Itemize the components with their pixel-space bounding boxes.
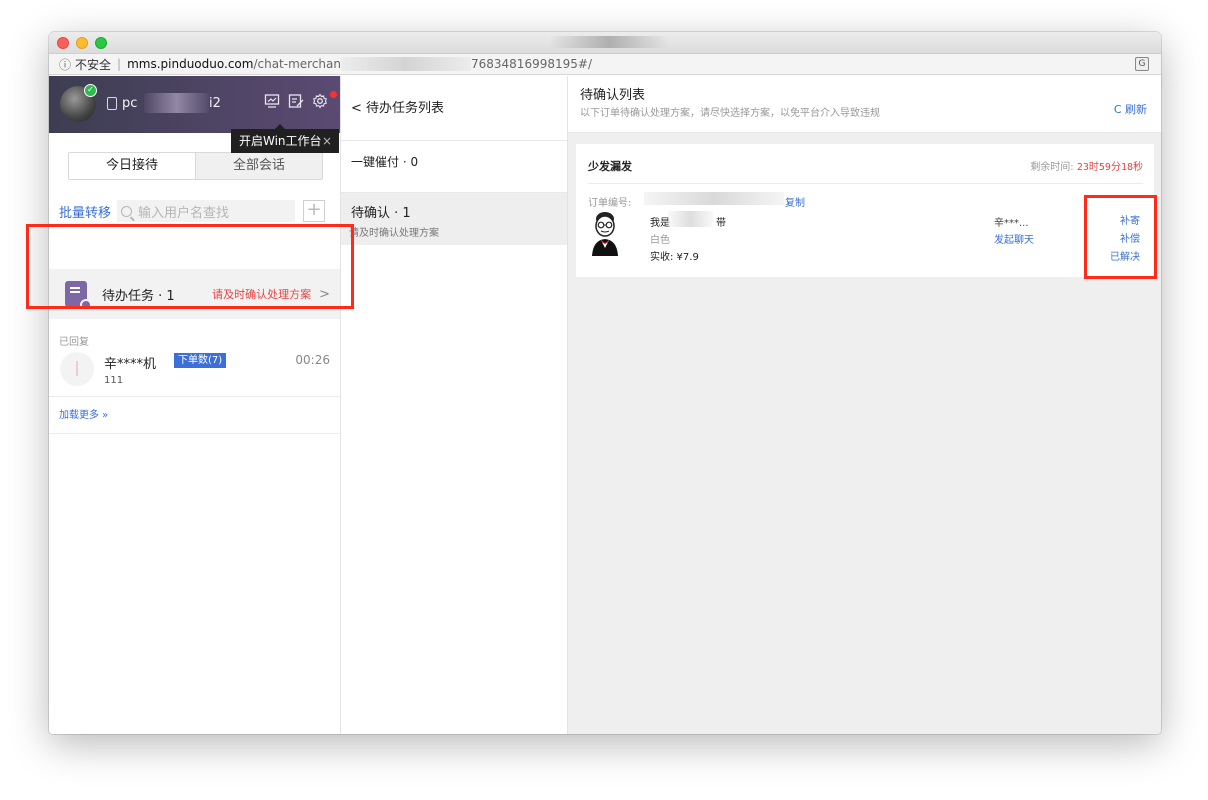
tooltip-close-icon[interactable]: × [322,129,332,153]
refresh-button[interactable]: C 刷新 [1114,101,1147,117]
remaining-time-label: 剩余时间: [1030,162,1077,173]
copy-order-link[interactable]: 复制 [785,194,805,209]
address-separator: | [117,57,122,71]
search-placeholder: 输入用户名查找 [138,205,230,221]
conversation-tabs: 今日接待 全部会话 [68,152,323,180]
address-bar[interactable]: ⓘ 不安全 | mms.pinduoduo.com /chat-merchan … [49,54,1161,75]
product-price: 实收: ¥7.9 [650,252,699,263]
order-count-badge[interactable]: 下单数(7) [174,353,227,368]
phone-icon [107,97,117,110]
product-spec: 白色 [650,235,670,246]
app-body: ✓ pc i2 开启Win工作台 × 今日接待 全部会话 批量转移 输入用户名查… [49,76,1161,734]
win-workbench-tooltip[interactable]: 开启Win工作台 × [231,124,339,153]
product-name-end: 带 [716,218,726,229]
task-item-urge-payment[interactable]: 一键催付 · 0 [341,141,567,193]
pending-confirm-panel: 待确认列表 以下订单待确认处理方案，请尽快选择方案，以免平台介入导致违规 C 刷… [568,76,1161,734]
task-item-subtitle: 请及时确认处理方案 [349,228,439,239]
add-button[interactable]: + [303,200,326,222]
task-item-title: 一键催付 · 0 [351,155,419,169]
highlight-box-actions [1084,195,1157,279]
redacted-url [341,57,471,71]
redacted-order-number [644,192,784,205]
redacted-product-name [668,211,713,227]
edit-note-icon[interactable] [287,93,305,111]
chat-last-message: 111 [104,375,124,386]
remaining-time: 剩余时间: 23时59分18秒 [1030,158,1143,173]
page-subtitle: 以下订单待确认处理方案，请尽快选择方案，以免平台介入导致违规 [580,108,880,119]
profile-name-start: pc [122,96,138,111]
chat-name: 辛****机 [104,357,157,372]
url-host: mms.pinduoduo.com [127,57,254,71]
product-name-start: 我是 [650,218,670,229]
product-image [592,212,618,256]
security-label: 不安全 [75,57,112,72]
buyer-name: 辛***... [994,218,1029,229]
order-number-label: 订单编号: [588,198,632,209]
translate-icon[interactable]: G [1135,57,1149,71]
settings-gear-icon[interactable] [311,93,329,111]
window-titlebar [49,32,1161,54]
chat-time: 00:26 [295,353,330,367]
start-chat-link[interactable]: 发起聊天 [994,231,1034,246]
info-icon[interactable]: ⓘ [59,56,71,73]
maximize-window-button[interactable] [95,37,107,49]
tab-all-conversations[interactable]: 全部会话 [196,153,322,179]
online-check-icon: ✓ [84,84,97,97]
task-list-panel: < 待办任务列表 一键催付 · 0 待确认 · 1 请及时确认处理方案 [341,76,568,734]
divider [588,183,1143,184]
divider [49,433,340,434]
list-item[interactable]: 辛****机 下单数(7) 00:26 111 [49,347,340,397]
browser-window: ⓘ 不安全 | mms.pinduoduo.com /chat-merchan … [49,32,1161,734]
profile-name-end: i2 [209,96,221,111]
conversation-toolbar: 批量转移 输入用户名查找 + [59,198,330,224]
redacted-title [549,36,669,48]
back-to-task-list[interactable]: < 待办任务列表 [341,76,567,141]
highlight-box-todo [26,224,354,309]
tab-today[interactable]: 今日接待 [69,153,196,179]
url-path-start: /chat-merchan [253,57,341,71]
close-window-button[interactable] [57,37,69,49]
redacted-name [144,93,209,113]
tooltip-label: 开启Win工作台 [239,134,322,148]
minimize-window-button[interactable] [76,37,88,49]
url-path-end: 76834816998195#/ [471,57,592,71]
order-card: 少发漏发 剩余时间: 23时59分18秒 订单编号: 复制 我是 带 白色 实收… [576,144,1154,277]
page-title: 待确认列表 [580,88,646,103]
batch-transfer-link[interactable]: 批量转移 [59,202,111,221]
profile-header: ✓ pc i2 [49,76,340,133]
notification-dot [330,91,337,98]
replied-section-label: 已回复 [59,337,89,348]
load-more-link[interactable]: 加载更多 » [59,406,108,421]
remaining-time-value: 23时59分18秒 [1076,162,1143,173]
pending-header: 待确认列表 以下订单待确认处理方案，请尽快选择方案，以免平台介入导致违规 C 刷… [568,76,1161,133]
search-icon [121,205,133,217]
avatar [60,352,94,386]
issue-type: 少发漏发 [588,160,632,173]
window-controls [57,37,107,49]
task-item-title: 待确认 · 1 [351,206,411,221]
workbench-icon[interactable] [263,93,281,111]
conversation-panel: ✓ pc i2 开启Win工作台 × 今日接待 全部会话 批量转移 输入用户名查… [49,76,341,734]
search-input[interactable]: 输入用户名查找 [117,200,296,222]
task-item-pending-confirm[interactable]: 待确认 · 1 请及时确认处理方案 [341,193,567,245]
